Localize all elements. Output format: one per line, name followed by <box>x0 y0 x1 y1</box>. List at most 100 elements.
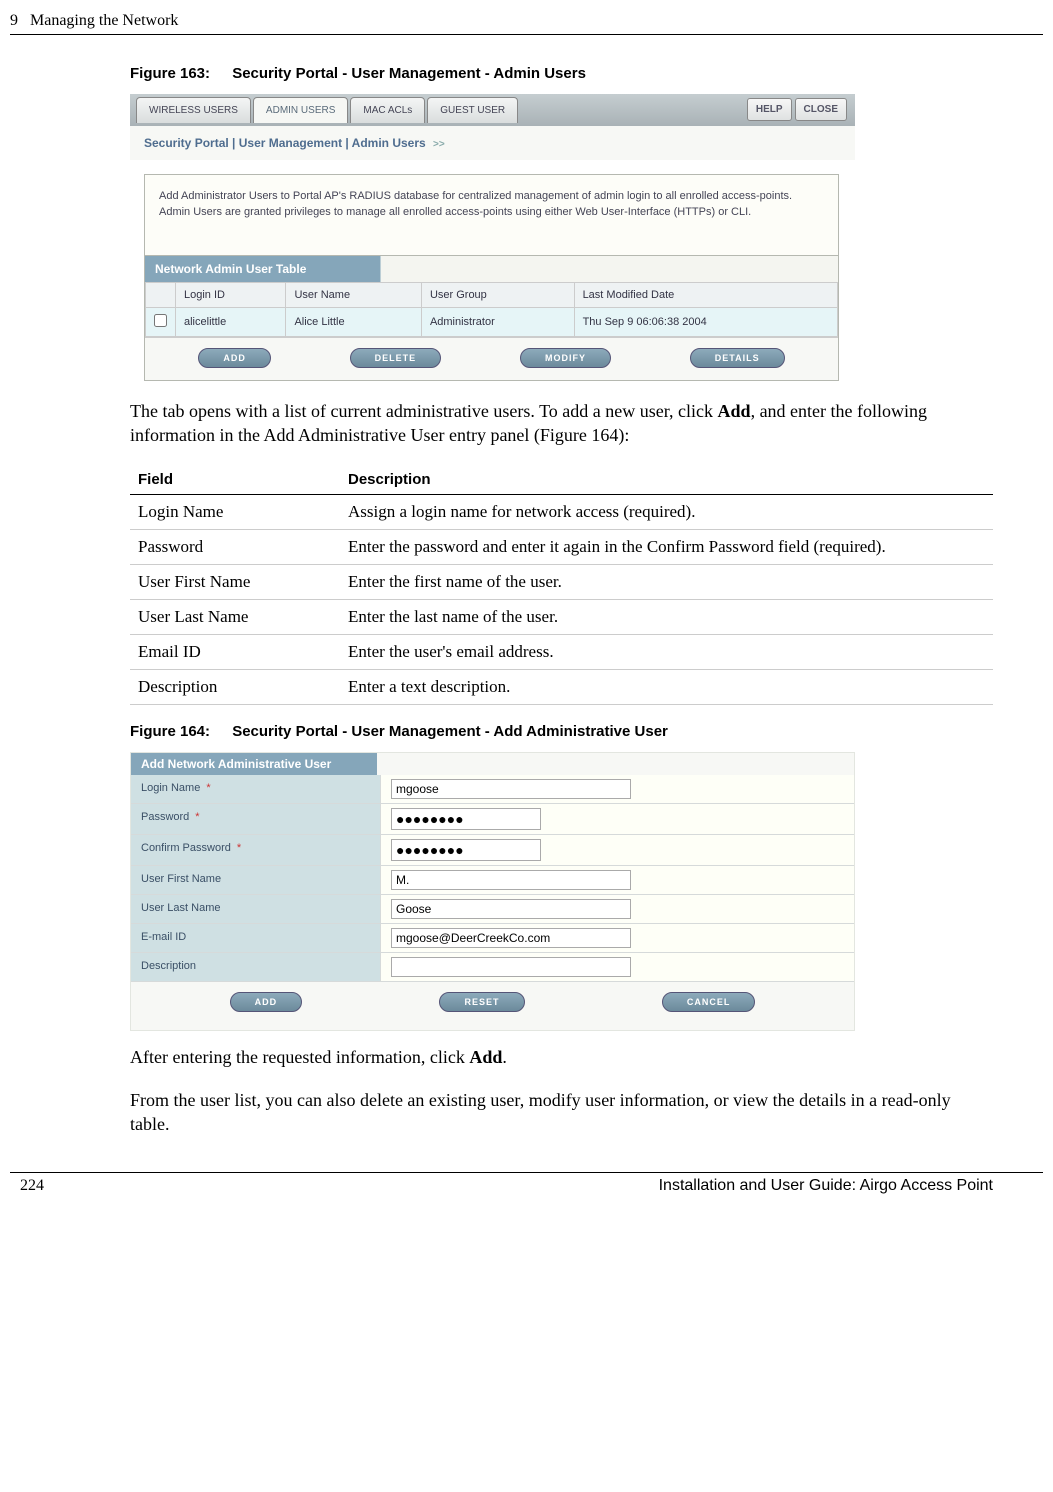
details-button[interactable]: DETAILS <box>690 348 785 368</box>
form-cancel-button[interactable]: CANCEL <box>662 992 756 1012</box>
table-header-row: Login ID User Name User Group Last Modif… <box>146 282 838 307</box>
email-input[interactable] <box>391 928 631 948</box>
first-label: User First Name <box>131 866 381 894</box>
field-name: User Last Name <box>130 600 340 635</box>
login-label: Login Name* <box>131 775 381 803</box>
last-value-cell <box>381 895 854 923</box>
field-header-desc: Description <box>340 465 993 495</box>
fig163-title: Security Portal - User Management - Admi… <box>232 65 586 82</box>
confirm-label-text: Confirm Password <box>141 842 231 854</box>
form-add-button[interactable]: ADD <box>230 992 303 1012</box>
email-label: E-mail ID <box>131 924 381 952</box>
field-name: Description <box>130 670 340 705</box>
page-footer: 224 Installation and User Guide: Airgo A… <box>10 1172 1043 1207</box>
field-row: PasswordEnter the password and enter it … <box>130 530 993 565</box>
first-value-cell <box>381 866 854 894</box>
field-desc: Enter the first name of the user. <box>340 565 993 600</box>
fig164-button-row: ADD RESET CANCEL <box>131 982 854 1012</box>
panel-header: Network Admin User Table <box>145 255 838 282</box>
breadcrumb: Security Portal | User Management | Admi… <box>130 126 855 160</box>
help-button[interactable]: HELP <box>747 98 792 121</box>
email-value-cell <box>381 924 854 952</box>
last-label: User Last Name <box>131 895 381 923</box>
password-input[interactable] <box>391 808 541 830</box>
field-name: Email ID <box>130 635 340 670</box>
field-desc: Enter a text description. <box>340 670 993 705</box>
field-desc: Enter the password and enter it again in… <box>340 530 993 565</box>
info-panel: Add Administrator Users to Portal AP's R… <box>144 174 839 381</box>
required-mark: * <box>237 842 241 854</box>
tab-guest-user[interactable]: GUEST USER <box>427 97 518 123</box>
chapter-title: Managing the Network <box>30 12 178 29</box>
fig163-panel: WIRELESS USERS ADMIN USERS MAC ACLs GUES… <box>130 94 855 381</box>
fig163-button-row: ADD DELETE MODIFY DETAILS <box>145 337 838 380</box>
form-header: Add Network Administrative User <box>131 753 377 775</box>
field-desc: Assign a login name for network access (… <box>340 495 993 530</box>
field-header-row: Field Description <box>130 465 993 495</box>
confirm-value-cell <box>381 835 854 865</box>
chapter-label: 9 Managing the Network <box>0 12 178 30</box>
breadcrumb-text: Security Portal | User Management | Admi… <box>144 136 426 150</box>
form-row-confirm: Confirm Password * <box>131 835 854 866</box>
first-input[interactable] <box>391 870 631 890</box>
password-label: Password * <box>131 804 381 834</box>
field-row: User First NameEnter the first name of t… <box>130 565 993 600</box>
confirm-label: Confirm Password * <box>131 835 381 865</box>
field-desc: Enter the user's email address. <box>340 635 993 670</box>
table-row: alicelittle Alice Little Administrator T… <box>146 307 838 336</box>
col-date: Last Modified Date <box>574 282 837 307</box>
para1: The tab opens with a list of current adm… <box>130 399 993 448</box>
footer-title: Installation and User Guide: Airgo Acces… <box>659 1177 993 1195</box>
password-label-text: Password <box>141 811 189 823</box>
fig164-panel: Add Network Administrative User Login Na… <box>130 752 855 1031</box>
row-name: Alice Little <box>286 307 422 336</box>
row-login: alicelittle <box>176 307 286 336</box>
required-mark: * <box>195 811 199 823</box>
para2a: After entering the requested information… <box>130 1047 469 1067</box>
form-row-password: Password * <box>131 804 854 835</box>
desc-value-cell <box>381 953 854 981</box>
chevron-right-icon: >> <box>433 139 445 150</box>
modify-button[interactable]: MODIFY <box>520 348 611 368</box>
col-name: User Name <box>286 282 422 307</box>
fig164-number: Figure 164: <box>130 723 210 740</box>
row-checkbox[interactable] <box>154 314 167 327</box>
tab-mac-acls[interactable]: MAC ACLs <box>350 97 425 123</box>
desc-input[interactable] <box>391 957 631 977</box>
field-header-field: Field <box>130 465 340 495</box>
field-name: Password <box>130 530 340 565</box>
desc-label: Description <box>131 953 381 981</box>
delete-button[interactable]: DELETE <box>350 348 442 368</box>
field-description-table: Field Description Login NameAssign a log… <box>130 465 993 705</box>
fig163-caption: Figure 163: Security Portal - User Manag… <box>130 65 993 82</box>
form-row-desc: Description <box>131 953 854 982</box>
para3: From the user list, you can also delete … <box>130 1088 993 1137</box>
para2-add: Add <box>469 1047 502 1067</box>
login-value-cell <box>381 775 854 803</box>
tab-admin-users[interactable]: ADMIN USERS <box>253 97 348 123</box>
login-input[interactable] <box>391 779 631 799</box>
page-number: 224 <box>20 1177 44 1195</box>
form-row-email: E-mail ID <box>131 924 854 953</box>
para1a: The tab opens with a list of current adm… <box>130 401 718 421</box>
row-date: Thu Sep 9 06:06:38 2004 <box>574 307 837 336</box>
col-login: Login ID <box>176 282 286 307</box>
fig164-caption: Figure 164: Security Portal - User Manag… <box>130 723 993 740</box>
para2c: . <box>502 1047 507 1067</box>
form-reset-button[interactable]: RESET <box>439 992 524 1012</box>
add-button[interactable]: ADD <box>198 348 271 368</box>
required-mark: * <box>206 782 210 794</box>
page-header: 9 Managing the Network <box>0 0 1053 34</box>
admin-user-table: Login ID User Name User Group Last Modif… <box>145 282 838 337</box>
para2: After entering the requested information… <box>130 1045 993 1069</box>
fig164-title: Security Portal - User Management - Add … <box>232 723 668 740</box>
field-name: Login Name <box>130 495 340 530</box>
tab-row: WIRELESS USERS ADMIN USERS MAC ACLs GUES… <box>130 94 855 126</box>
tab-wireless-users[interactable]: WIRELESS USERS <box>136 97 251 123</box>
last-input[interactable] <box>391 899 631 919</box>
col-group: User Group <box>421 282 574 307</box>
field-row: DescriptionEnter a text description. <box>130 670 993 705</box>
close-button[interactable]: CLOSE <box>795 98 847 121</box>
confirm-input[interactable] <box>391 839 541 861</box>
info-text: Add Administrator Users to Portal AP's R… <box>145 175 838 255</box>
